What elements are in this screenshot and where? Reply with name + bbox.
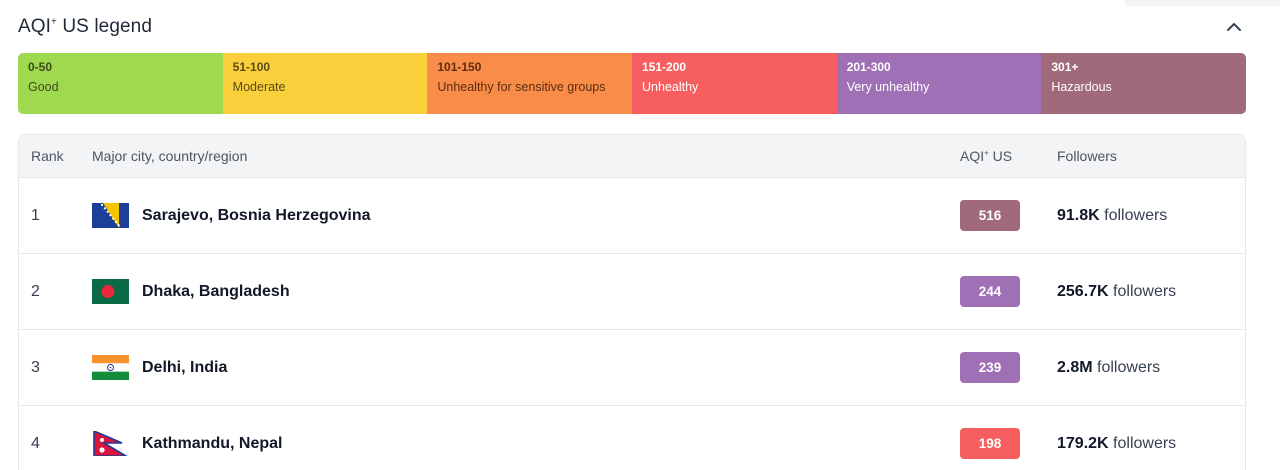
row-rank: 2 <box>31 282 40 300</box>
legend-segment-very-unhealthy: 201-300 Very unhealthy <box>836 53 1042 114</box>
city-name[interactable]: Dhaka, Bangladesh <box>142 283 290 301</box>
legend-label: Very unhealthy <box>846 80 930 94</box>
aqi-badge: 516 <box>960 200 1020 231</box>
legend-header: AQI+ US legend <box>18 14 1245 40</box>
followers-cell: 2.8M followers <box>1057 358 1161 376</box>
chevron-up-icon <box>1227 23 1241 31</box>
row-city[interactable]: Kathmandu, Nepal <box>92 431 960 456</box>
top-edge-tab <box>1124 0 1280 6</box>
aqi-badge: 244 <box>960 276 1020 307</box>
aqi-legend: 0-50 Good 51-100 Moderate 101-150 Unheal… <box>18 53 1246 114</box>
collapse-button[interactable] <box>1223 16 1245 38</box>
legend-range: 51-100 <box>232 60 271 74</box>
table-row[interactable]: 3 Delhi, India 239 2.8M followers <box>19 330 1245 406</box>
legend-segment-good: 0-50 Good <box>18 53 223 114</box>
aqi-badge: 198 <box>960 428 1020 459</box>
table-row[interactable]: 1 Sarajevo, Bosnia Herzegovina 516 91.8K… <box>19 178 1245 254</box>
legend-title: AQI+ US legend <box>18 16 152 37</box>
legend-segment-unhealthy: 151-200 Unhealthy <box>632 53 837 114</box>
legend-label: Moderate <box>232 80 286 94</box>
legend-range: 0-50 <box>28 60 53 74</box>
row-city[interactable]: Sarajevo, Bosnia Herzegovina <box>92 203 960 228</box>
header-followers: Followers <box>1057 148 1117 164</box>
city-ranking-table: Rank Major city, country/region AQI+ US … <box>18 134 1246 470</box>
legend-segment-hazardous: 301+ Hazardous <box>1041 53 1246 114</box>
city-name[interactable]: Delhi, India <box>142 359 227 377</box>
bangladesh-flag-icon <box>92 279 129 304</box>
legend-range: 151-200 <box>642 60 687 74</box>
legend-range: 301+ <box>1051 60 1079 74</box>
india-flag-icon <box>92 355 129 380</box>
table-header: Rank Major city, country/region AQI+ US … <box>19 135 1245 178</box>
header-aqi: AQI+ US <box>960 148 1013 164</box>
legend-segment-unhealthy-sensitive: 101-150 Unhealthy for sensitive groups <box>427 53 633 114</box>
table-row[interactable]: 4 Kathmandu, Nepal 198 179.2K followers <box>19 406 1245 470</box>
bosnia-flag-icon <box>92 203 129 228</box>
row-city[interactable]: Delhi, India <box>92 355 960 380</box>
legend-label: Good <box>28 80 59 94</box>
followers-cell: 256.7K followers <box>1057 282 1177 300</box>
aqi-badge: 239 <box>960 352 1020 383</box>
nepal-flag-icon <box>93 431 128 456</box>
header-city: Major city, country/region <box>92 148 248 164</box>
legend-segment-moderate: 51-100 Moderate <box>222 53 428 114</box>
city-name[interactable]: Sarajevo, Bosnia Herzegovina <box>142 207 371 225</box>
legend-label: Unhealthy <box>642 80 699 94</box>
row-rank: 1 <box>31 206 40 224</box>
row-rank: 4 <box>31 434 40 452</box>
city-name[interactable]: Kathmandu, Nepal <box>142 435 282 453</box>
followers-cell: 179.2K followers <box>1057 434 1177 452</box>
legend-range: 101-150 <box>437 60 482 74</box>
header-rank: Rank <box>31 148 64 164</box>
row-rank: 3 <box>31 358 40 376</box>
row-city[interactable]: Dhaka, Bangladesh <box>92 279 960 304</box>
legend-range: 201-300 <box>846 60 891 74</box>
legend-label: Hazardous <box>1051 80 1112 94</box>
followers-cell: 91.8K followers <box>1057 206 1168 224</box>
legend-label: Unhealthy for sensitive groups <box>437 80 606 94</box>
table-row[interactable]: 2 Dhaka, Bangladesh 244 256.7K followers <box>19 254 1245 330</box>
